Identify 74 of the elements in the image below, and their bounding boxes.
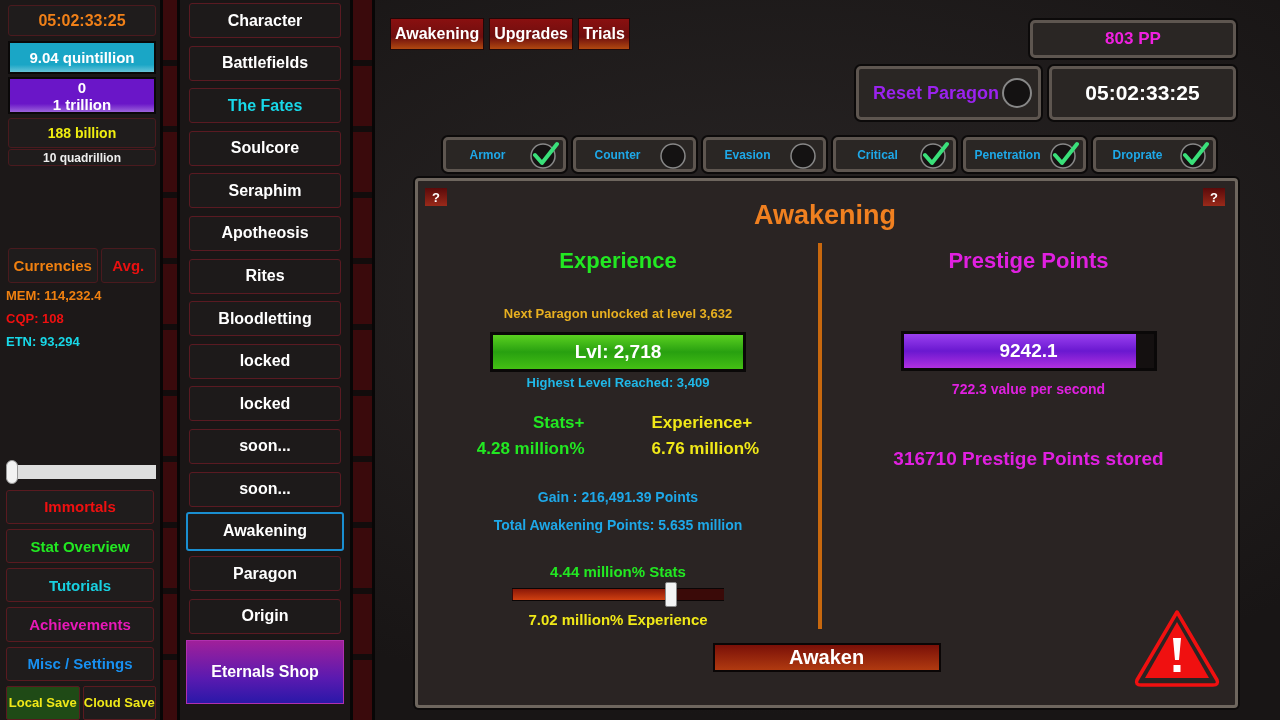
slider-thumb[interactable] (665, 582, 677, 607)
total-points-text: Total Awakening Points: 5.635 million (493, 516, 743, 534)
gain-text: Gain : 216,491.39 Points (537, 488, 699, 506)
level-text: Lvl: 2,718 (573, 340, 663, 364)
timer-display: 05:02:33:25 (8, 5, 156, 37)
nav-button[interactable]: Awakening (186, 511, 344, 551)
nav-button[interactable]: Origin (189, 598, 341, 634)
nav-button[interactable]: locked (189, 386, 341, 422)
stat-toggle[interactable]: Evasion (703, 137, 826, 172)
currency-tab[interactable]: Avg. (100, 248, 156, 284)
warning-icon[interactable] (1133, 608, 1221, 688)
tab[interactable]: Awakening (390, 18, 485, 50)
nav-button[interactable]: Soulcore (189, 130, 341, 166)
stat-toggle[interactable]: Counter (573, 137, 696, 172)
capacity-counter: 10 quadrillion (8, 148, 156, 167)
nav-button[interactable]: The Fates (189, 88, 341, 124)
nav-button[interactable]: locked (189, 343, 341, 379)
currency-stat: CQP: 108 (6, 310, 65, 329)
menu-button[interactable]: Stat Overview (6, 529, 154, 564)
nav-button[interactable]: soon... (189, 471, 341, 507)
currency-stat: ETN: 93,294 (6, 333, 81, 352)
panel-title: Awakening (752, 200, 897, 231)
stored-points-text: 316710 Prestige Points stored (893, 447, 1164, 471)
nav-button[interactable]: Bloodletting (189, 301, 341, 337)
bonus-value: 4.28 million% (476, 438, 585, 460)
nav-button[interactable]: Seraphim (189, 173, 341, 209)
stat-toggle[interactable]: Critical (833, 137, 956, 172)
awaken-button[interactable]: Awaken (712, 643, 941, 672)
section-title: Experience (559, 247, 677, 275)
menu-button[interactable]: Tutorials (6, 568, 154, 603)
points-display: 803 PP (1030, 20, 1236, 58)
save-button[interactable]: Cloud Save (82, 685, 156, 720)
checkmark-icon[interactable] (919, 140, 949, 169)
checkmark-icon[interactable] (529, 140, 559, 169)
nav-button[interactable]: Battlefields (189, 45, 341, 81)
nav-button[interactable]: Rites (189, 258, 341, 294)
slider-thumb[interactable] (6, 460, 18, 485)
help-button[interactable]: ? (425, 188, 447, 206)
nav-button[interactable]: soon... (189, 428, 341, 464)
toggle-circle[interactable] (1002, 78, 1032, 108)
bonus-value: 6.76 million% (651, 438, 760, 460)
stat-toggle[interactable]: Penetration (963, 137, 1086, 172)
bonus-label: Experience+ (651, 412, 754, 434)
checkmark-icon[interactable] (1049, 140, 1079, 169)
stat-toggle[interactable]: Droprate (1093, 137, 1216, 172)
currency-tab[interactable]: Currencies (8, 248, 98, 284)
toggle-circle[interactable] (659, 140, 689, 169)
experience-split-text: 7.02 million% Experience (528, 611, 708, 629)
tab[interactable]: Upgrades (489, 18, 573, 50)
nav-button[interactable]: Apotheosis (189, 215, 341, 251)
rate-text: 722.3 value per second (951, 380, 1106, 398)
currency-stat: MEM: 114,232.4 (6, 287, 103, 306)
toggle-circle[interactable] (789, 140, 819, 169)
unlock-text: Next Paragon unlocked at level 3,632 (503, 305, 733, 323)
stat-toggle[interactable]: Armor (443, 137, 566, 172)
help-button[interactable]: ? (1203, 188, 1225, 206)
stats-split-text: 4.44 million% Stats (550, 563, 686, 581)
nav-button[interactable]: Character (189, 3, 341, 38)
prestige-text: 9242.1 (998, 339, 1059, 363)
section-title: Prestige Points (948, 247, 1109, 275)
timer-display: 05:02:33:25 (1049, 66, 1236, 120)
bonus-label: Stats+ (532, 412, 585, 434)
tab[interactable]: Trials (577, 18, 630, 50)
shop-button[interactable]: Eternals Shop (186, 639, 344, 704)
currency-counter: 188 billion (8, 118, 156, 148)
resource-bar: 9.04 quintillion (8, 41, 156, 75)
save-button[interactable]: Local Save (6, 685, 80, 720)
menu-button[interactable]: Achievements (6, 607, 154, 642)
menu-button[interactable]: Misc / Settings (6, 646, 154, 681)
nav-button[interactable]: Paragon (189, 556, 341, 592)
checkmark-icon[interactable] (1179, 140, 1209, 169)
menu-button[interactable]: Immortals (6, 489, 154, 525)
highest-level-text: Highest Level Reached: 3,409 (526, 374, 710, 392)
resource-bar: 0 1 trillion (8, 77, 156, 115)
